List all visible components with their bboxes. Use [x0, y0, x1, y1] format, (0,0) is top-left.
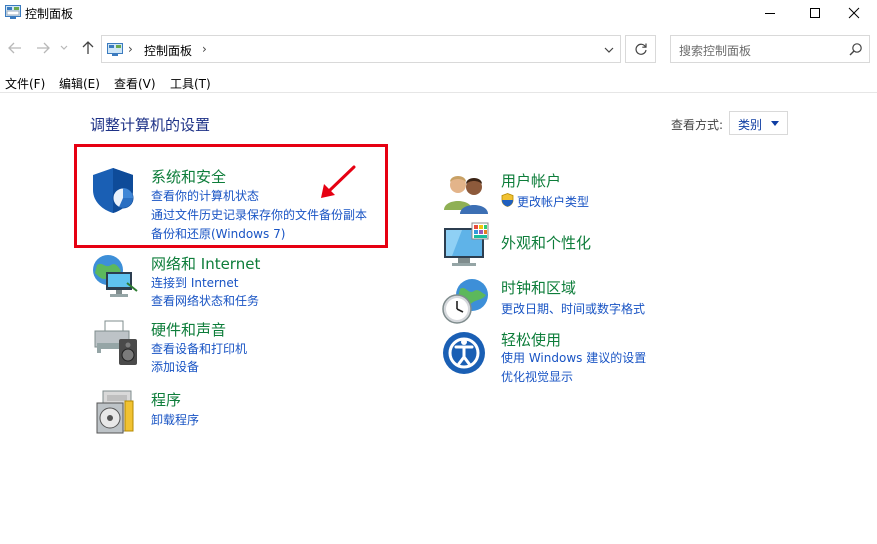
view-by-label: 查看方式: [671, 118, 724, 132]
title-bar: 控制面板 [0, 0, 877, 26]
link-devices-printers[interactable]: 查看设备和打印机 [151, 340, 247, 357]
search-icon[interactable] [849, 42, 863, 59]
address-dropdown-button[interactable] [604, 43, 614, 57]
forward-arrow-icon [37, 42, 50, 54]
category-title-programs[interactable]: 程序 [151, 389, 181, 410]
category-user-accounts: 用户帐户 更改帐户类型 [442, 170, 742, 218]
address-bar[interactable]: › 控制面板 › [101, 35, 621, 63]
programs-disk-icon[interactable] [91, 389, 139, 437]
breadcrumb-control-panel[interactable]: 控制面板 [144, 42, 192, 59]
window-title: 控制面板 [25, 7, 74, 21]
menu-edit[interactable]: 编辑(E) [59, 75, 100, 92]
link-network-status[interactable]: 查看网络状态和任务 [151, 292, 259, 309]
chevron-down-icon [604, 47, 614, 53]
category-title-hardware-sound[interactable]: 硬件和声音 [151, 319, 226, 340]
link-file-history-backup[interactable]: 通过文件历史记录保存你的文件备份副本 [151, 206, 367, 223]
category-system-security: 系统和安全 查看你的计算机状态 通过文件历史记录保存你的文件备份副本 备份和还原… [91, 166, 381, 246]
users-icon[interactable] [442, 170, 490, 218]
link-uninstall-program[interactable]: 卸载程序 [151, 411, 199, 428]
control-panel-icon [107, 43, 123, 56]
refresh-button[interactable] [625, 35, 656, 63]
minimize-icon [765, 13, 775, 14]
caret-down-icon [771, 121, 779, 126]
link-connect-internet[interactable]: 连接到 Internet [151, 274, 238, 291]
menu-tools[interactable]: 工具(T) [170, 75, 211, 92]
ease-of-access-icon[interactable] [442, 329, 490, 377]
category-title-ease-of-access[interactable]: 轻松使用 [501, 329, 561, 350]
menu-file[interactable]: 文件(F) [5, 75, 45, 92]
category-network-internet: 网络和 Internet 连接到 Internet 查看网络状态和任务 [91, 253, 381, 313]
breadcrumb-separator[interactable]: › [202, 42, 207, 56]
link-add-device[interactable]: 添加设备 [151, 358, 199, 375]
uac-shield-icon [501, 193, 514, 210]
menu-view[interactable]: 查看(V) [114, 75, 156, 92]
up-button[interactable] [79, 39, 97, 57]
link-change-date-time-format[interactable]: 更改日期、时间或数字格式 [501, 300, 645, 317]
network-globe-icon[interactable] [91, 253, 139, 301]
forward-button[interactable] [34, 39, 52, 57]
minimize-button[interactable] [747, 0, 793, 26]
monitor-personalize-icon[interactable] [442, 222, 490, 270]
refresh-icon [635, 43, 647, 55]
link-optimize-visual-display[interactable]: 优化视觉显示 [501, 368, 573, 385]
back-arrow-icon [8, 42, 21, 54]
link-change-account-type[interactable]: 更改帐户类型 [517, 193, 589, 210]
link-windows-recommended-settings[interactable]: 使用 Windows 建议的设置 [501, 349, 646, 366]
category-title-clock-region[interactable]: 时钟和区域 [501, 277, 576, 298]
view-by-value[interactable]: 类别 [738, 116, 762, 133]
category-appearance: 外观和个性化 [442, 222, 742, 272]
up-arrow-icon [82, 41, 94, 54]
navigation-bar: › 控制面板 › 搜索控制面板 [0, 33, 877, 63]
back-button[interactable] [6, 39, 24, 57]
category-title-network-internet[interactable]: 网络和 Internet [151, 253, 260, 274]
category-clock-region: 时钟和区域 更改日期、时间或数字格式 [442, 277, 742, 327]
search-placeholder[interactable]: 搜索控制面板 [679, 42, 751, 59]
link-view-computer-status[interactable]: 查看你的计算机状态 [151, 187, 259, 204]
maximize-icon [810, 8, 820, 18]
clock-globe-icon[interactable] [442, 277, 490, 325]
close-button[interactable] [831, 0, 877, 26]
category-programs: 程序 卸载程序 [91, 389, 381, 439]
chevron-down-icon [60, 45, 68, 50]
printer-speaker-icon[interactable] [91, 319, 139, 367]
category-ease-of-access: 轻松使用 使用 Windows 建议的设置 优化视觉显示 [442, 329, 742, 385]
shield-icon[interactable] [91, 166, 139, 214]
category-title-user-accounts[interactable]: 用户帐户 [501, 170, 561, 191]
breadcrumb-separator[interactable]: › [128, 42, 133, 56]
close-icon [848, 7, 860, 19]
category-hardware-sound: 硬件和声音 查看设备和打印机 添加设备 [91, 319, 381, 379]
link-backup-restore[interactable]: 备份和还原(Windows 7) [151, 225, 285, 242]
recent-locations-button[interactable] [58, 39, 70, 57]
category-title-appearance[interactable]: 外观和个性化 [501, 232, 591, 253]
view-by-dropdown[interactable]: 类别 [729, 111, 788, 135]
page-heading: 调整计算机的设置 [90, 116, 211, 134]
search-box[interactable]: 搜索控制面板 [670, 35, 870, 63]
category-title-system-security[interactable]: 系统和安全 [151, 166, 226, 187]
control-panel-icon [5, 5, 21, 19]
menu-bar: 文件(F) 编辑(E) 查看(V) 工具(T) [0, 73, 877, 93]
